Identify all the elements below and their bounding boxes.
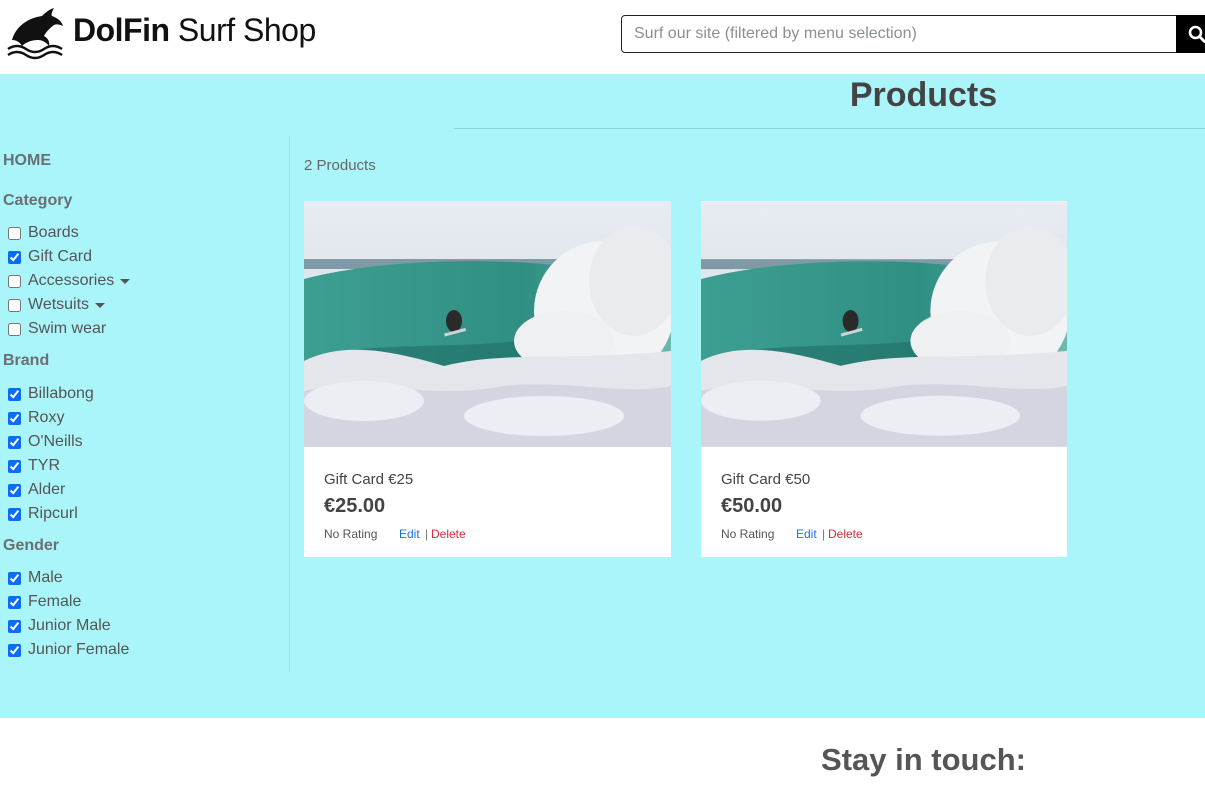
category-heading: Category xyxy=(3,192,73,209)
filter-label: Gift Card xyxy=(28,248,93,265)
product-count: 2 Products xyxy=(304,157,376,174)
product-image[interactable] xyxy=(701,201,1067,447)
checkbox[interactable] xyxy=(8,643,21,657)
delete-link[interactable]: Delete xyxy=(431,527,466,541)
brand-bold: DolFin xyxy=(73,12,170,48)
filter-brand-ripcurl[interactable]: Ripcurl xyxy=(7,503,78,525)
product-name[interactable]: Gift Card €25 xyxy=(324,471,413,488)
filter-brand-tyr[interactable]: TYR xyxy=(7,455,60,477)
filter-label: Swim wear xyxy=(28,320,107,337)
filter-label: Roxy xyxy=(28,409,65,426)
filter-brand-billabong[interactable]: Billabong xyxy=(7,383,94,405)
filter-brand-oneills[interactable]: O'Neills xyxy=(7,431,83,453)
search-icon xyxy=(1188,25,1205,43)
brand-rest: Surf Shop xyxy=(177,12,316,48)
filter-category-accessories[interactable]: Accessories xyxy=(7,270,131,292)
search-button[interactable] xyxy=(1176,15,1205,53)
checkbox[interactable] xyxy=(8,595,21,609)
checkbox[interactable] xyxy=(8,459,21,473)
product-card: Gift Card €25 €25.00 No Rating Edit | De… xyxy=(304,201,671,557)
checkbox[interactable] xyxy=(8,411,21,425)
brand-heading: Brand xyxy=(3,352,50,369)
products-section: Products HOME Category Boards Gift Card … xyxy=(0,74,1205,718)
filter-label: Junior Female xyxy=(28,641,130,658)
checkbox[interactable] xyxy=(8,250,21,264)
filter-label: Wetsuits xyxy=(28,296,90,313)
checkbox[interactable] xyxy=(8,274,21,288)
sidebar-home-link[interactable]: HOME xyxy=(3,152,51,170)
checkbox[interactable] xyxy=(8,483,21,497)
filter-brand-alder[interactable]: Alder xyxy=(7,479,65,501)
dolphin-logo-icon[interactable] xyxy=(6,6,64,60)
edit-link[interactable]: Edit xyxy=(399,527,420,541)
edit-link[interactable]: Edit xyxy=(796,527,817,541)
footer-heading: Stay in touch: xyxy=(821,742,1026,777)
checkbox[interactable] xyxy=(8,435,21,449)
filter-category-swim-wear[interactable]: Swim wear xyxy=(7,318,106,340)
link-separator: | xyxy=(822,527,826,541)
product-name[interactable]: Gift Card €50 xyxy=(721,471,810,488)
filter-label: Male xyxy=(28,569,63,586)
filter-gender-junior-female[interactable]: Junior Female xyxy=(7,639,129,661)
filter-label: Junior Male xyxy=(28,617,111,634)
filter-category-gift-card[interactable]: Gift Card xyxy=(7,246,92,268)
product-rating: No Rating xyxy=(721,527,775,541)
filter-label: Billabong xyxy=(28,385,94,402)
filter-gender-junior-male[interactable]: Junior Male xyxy=(7,615,111,637)
caret-down-icon[interactable] xyxy=(95,302,106,308)
checkbox[interactable] xyxy=(8,226,21,240)
product-price: €25.00 xyxy=(324,495,386,517)
filter-category-boards[interactable]: Boards xyxy=(7,222,79,244)
title-divider xyxy=(454,128,1205,129)
checkbox[interactable] xyxy=(8,619,21,633)
product-price: €50.00 xyxy=(721,495,783,517)
product-rating: No Rating xyxy=(324,527,378,541)
filter-label: Ripcurl xyxy=(28,505,78,522)
filter-sidebar: HOME Category Boards Gift Card Accessori… xyxy=(0,136,290,672)
filter-label: TYR xyxy=(28,457,60,474)
checkbox[interactable] xyxy=(8,298,21,312)
filter-category-wetsuits[interactable]: Wetsuits xyxy=(7,294,106,316)
checkbox[interactable] xyxy=(8,507,21,521)
delete-link[interactable]: Delete xyxy=(828,527,863,541)
caret-down-icon[interactable] xyxy=(120,278,131,284)
product-image[interactable] xyxy=(304,201,671,447)
checkbox[interactable] xyxy=(8,322,21,336)
filter-gender-female[interactable]: Female xyxy=(7,591,81,613)
page-title: Products xyxy=(849,76,998,114)
filter-label: Alder xyxy=(28,481,66,498)
link-separator: | xyxy=(425,527,429,541)
site-brand[interactable]: DolFin Surf Shop xyxy=(73,12,316,49)
search-input[interactable] xyxy=(621,15,1177,53)
filter-label: O'Neills xyxy=(28,433,83,450)
filter-label: Boards xyxy=(28,224,79,241)
checkbox[interactable] xyxy=(8,387,21,401)
filter-label: Female xyxy=(28,593,82,610)
filter-brand-roxy[interactable]: Roxy xyxy=(7,407,64,429)
site-header: DolFin Surf Shop xyxy=(0,0,1205,74)
gender-heading: Gender xyxy=(3,537,60,554)
checkbox[interactable] xyxy=(8,571,21,585)
filter-gender-male[interactable]: Male xyxy=(7,567,63,589)
filter-label: Accessories xyxy=(28,272,115,289)
product-card: Gift Card €50 €50.00 No Rating Edit | De… xyxy=(701,201,1067,557)
